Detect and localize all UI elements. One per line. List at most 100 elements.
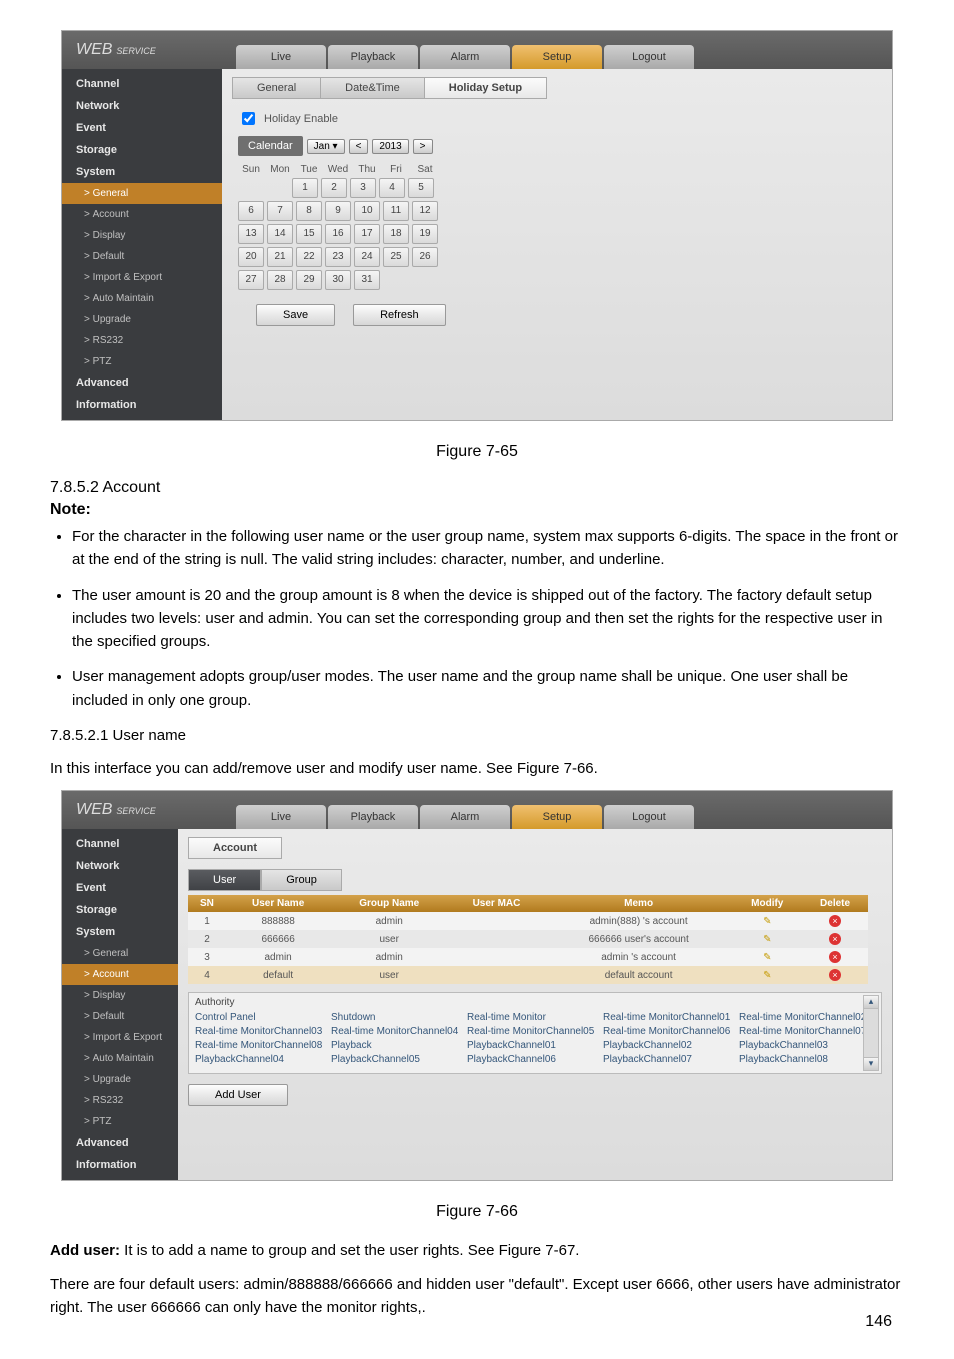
sidebar-item-upgrade[interactable]: > Upgrade: [62, 309, 222, 330]
day-cell[interactable]: 11: [383, 201, 409, 221]
pencil-icon[interactable]: ✎: [763, 970, 771, 981]
day-cell[interactable]: 23: [325, 247, 351, 267]
day-cell[interactable]: 18: [383, 224, 409, 244]
sidebar-item-ptz[interactable]: > PTZ: [62, 351, 222, 372]
subtab-account[interactable]: Account: [188, 837, 282, 859]
authority-scrollbar[interactable]: ▴ ▾: [863, 995, 879, 1071]
sidebar-item-storage-2[interactable]: Storage: [62, 899, 178, 921]
sidebar-item-display-2[interactable]: > Display: [62, 985, 178, 1006]
sidebar-item-network-2[interactable]: Network: [62, 855, 178, 877]
sidebar-item-display[interactable]: > Display: [62, 225, 222, 246]
sidebar-item-account[interactable]: > Account: [62, 204, 222, 225]
day-cell[interactable]: 29: [296, 270, 322, 290]
day-cell[interactable]: 5: [408, 178, 434, 198]
sidebar-item-network[interactable]: Network: [62, 95, 222, 117]
day-cell[interactable]: 26: [412, 247, 438, 267]
delete-icon[interactable]: ×: [829, 969, 841, 981]
day-cell[interactable]: 14: [267, 224, 293, 244]
sidebar-item-event-2[interactable]: Event: [62, 877, 178, 899]
sidebar-item-channel-2[interactable]: Channel: [62, 833, 178, 855]
sidebar-item-rs232-2[interactable]: > RS232: [62, 1090, 178, 1111]
day-cell[interactable]: 15: [296, 224, 322, 244]
sidebar-item-upgrade-2[interactable]: > Upgrade: [62, 1069, 178, 1090]
sidebar-item-default[interactable]: > Default: [62, 246, 222, 267]
sidebar-item-impexp[interactable]: > Import & Export: [62, 267, 222, 288]
table-row[interactable]: 3adminadminadmin 's account✎×: [188, 948, 868, 966]
cell-modify[interactable]: ✎: [732, 966, 802, 984]
sidebar-item-rs232[interactable]: > RS232: [62, 330, 222, 351]
tab-live-2[interactable]: Live: [236, 805, 326, 829]
sidebar-item-general-2[interactable]: > General: [62, 943, 178, 964]
tab-alarm-2[interactable]: Alarm: [420, 805, 510, 829]
tab-setup[interactable]: Setup: [512, 45, 602, 69]
day-cell[interactable]: 17: [354, 224, 380, 244]
tab-setup-2[interactable]: Setup: [512, 805, 602, 829]
day-cell[interactable]: 3: [350, 178, 376, 198]
save-button[interactable]: Save: [256, 304, 335, 326]
scroll-up-icon[interactable]: ▴: [864, 996, 878, 1009]
cell-delete[interactable]: ×: [802, 966, 868, 984]
sidebar-item-impexp-2[interactable]: > Import & Export: [62, 1027, 178, 1048]
tab-group[interactable]: Group: [261, 869, 342, 891]
day-cell[interactable]: 12: [412, 201, 438, 221]
day-cell[interactable]: 10: [354, 201, 380, 221]
day-cell[interactable]: 19: [412, 224, 438, 244]
table-row[interactable]: 1888888adminadmin(888) 's account✎×: [188, 912, 868, 930]
day-cell[interactable]: 1: [292, 178, 318, 198]
day-cell[interactable]: 9: [325, 201, 351, 221]
subtab-datetime[interactable]: Date&Time: [320, 77, 425, 99]
sidebar-item-ptz-2[interactable]: > PTZ: [62, 1111, 178, 1132]
day-cell[interactable]: 13: [238, 224, 264, 244]
day-cell[interactable]: 8: [296, 201, 322, 221]
cell-modify[interactable]: ✎: [732, 930, 802, 948]
sidebar-item-system-2[interactable]: System: [62, 921, 178, 943]
table-row[interactable]: 2666666user666666 user's account✎×: [188, 930, 868, 948]
subtab-holiday[interactable]: Holiday Setup: [424, 77, 547, 99]
sidebar-item-automaintain-2[interactable]: > Auto Maintain: [62, 1048, 178, 1069]
table-row[interactable]: 4defaultuserdefault account✎×: [188, 966, 868, 984]
pencil-icon[interactable]: ✎: [763, 934, 771, 945]
year-field[interactable]: 2013: [372, 139, 408, 154]
cell-modify[interactable]: ✎: [732, 948, 802, 966]
sidebar-item-system[interactable]: System: [62, 161, 222, 183]
subtab-general[interactable]: General: [232, 77, 321, 99]
sidebar-item-information[interactable]: Information: [62, 394, 222, 416]
year-prev-button[interactable]: <: [349, 139, 369, 154]
cell-delete[interactable]: ×: [802, 948, 868, 966]
day-cell[interactable]: 24: [354, 247, 380, 267]
sidebar-item-channel[interactable]: Channel: [62, 73, 222, 95]
day-cell[interactable]: 6: [238, 201, 264, 221]
sidebar-item-advanced-2[interactable]: Advanced: [62, 1132, 178, 1154]
sidebar-item-automaintain[interactable]: > Auto Maintain: [62, 288, 222, 309]
scroll-down-icon[interactable]: ▾: [864, 1057, 878, 1070]
sidebar-item-default-2[interactable]: > Default: [62, 1006, 178, 1027]
tab-playback-2[interactable]: Playback: [328, 805, 418, 829]
sidebar-item-account-2[interactable]: > Account: [62, 964, 178, 985]
refresh-button[interactable]: Refresh: [353, 304, 446, 326]
pencil-icon[interactable]: ✎: [763, 916, 771, 927]
tab-live[interactable]: Live: [236, 45, 326, 69]
cell-modify[interactable]: ✎: [732, 912, 802, 930]
day-cell[interactable]: 28: [267, 270, 293, 290]
day-cell[interactable]: 4: [379, 178, 405, 198]
day-cell[interactable]: 21: [267, 247, 293, 267]
tab-alarm[interactable]: Alarm: [420, 45, 510, 69]
sidebar-item-advanced[interactable]: Advanced: [62, 372, 222, 394]
sidebar-item-event[interactable]: Event: [62, 117, 222, 139]
cell-delete[interactable]: ×: [802, 930, 868, 948]
sidebar-item-general[interactable]: > General: [62, 183, 222, 204]
pencil-icon[interactable]: ✎: [763, 952, 771, 963]
day-cell[interactable]: 7: [267, 201, 293, 221]
tab-user[interactable]: User: [188, 869, 261, 891]
delete-icon[interactable]: ×: [829, 951, 841, 963]
day-cell[interactable]: 2: [321, 178, 347, 198]
day-cell[interactable]: 30: [325, 270, 351, 290]
day-cell[interactable]: 27: [238, 270, 264, 290]
tab-logout[interactable]: Logout: [604, 45, 694, 69]
delete-icon[interactable]: ×: [829, 915, 841, 927]
day-cell[interactable]: 31: [354, 270, 380, 290]
year-next-button[interactable]: >: [413, 139, 433, 154]
tab-playback[interactable]: Playback: [328, 45, 418, 69]
sidebar-item-storage[interactable]: Storage: [62, 139, 222, 161]
day-cell[interactable]: 22: [296, 247, 322, 267]
